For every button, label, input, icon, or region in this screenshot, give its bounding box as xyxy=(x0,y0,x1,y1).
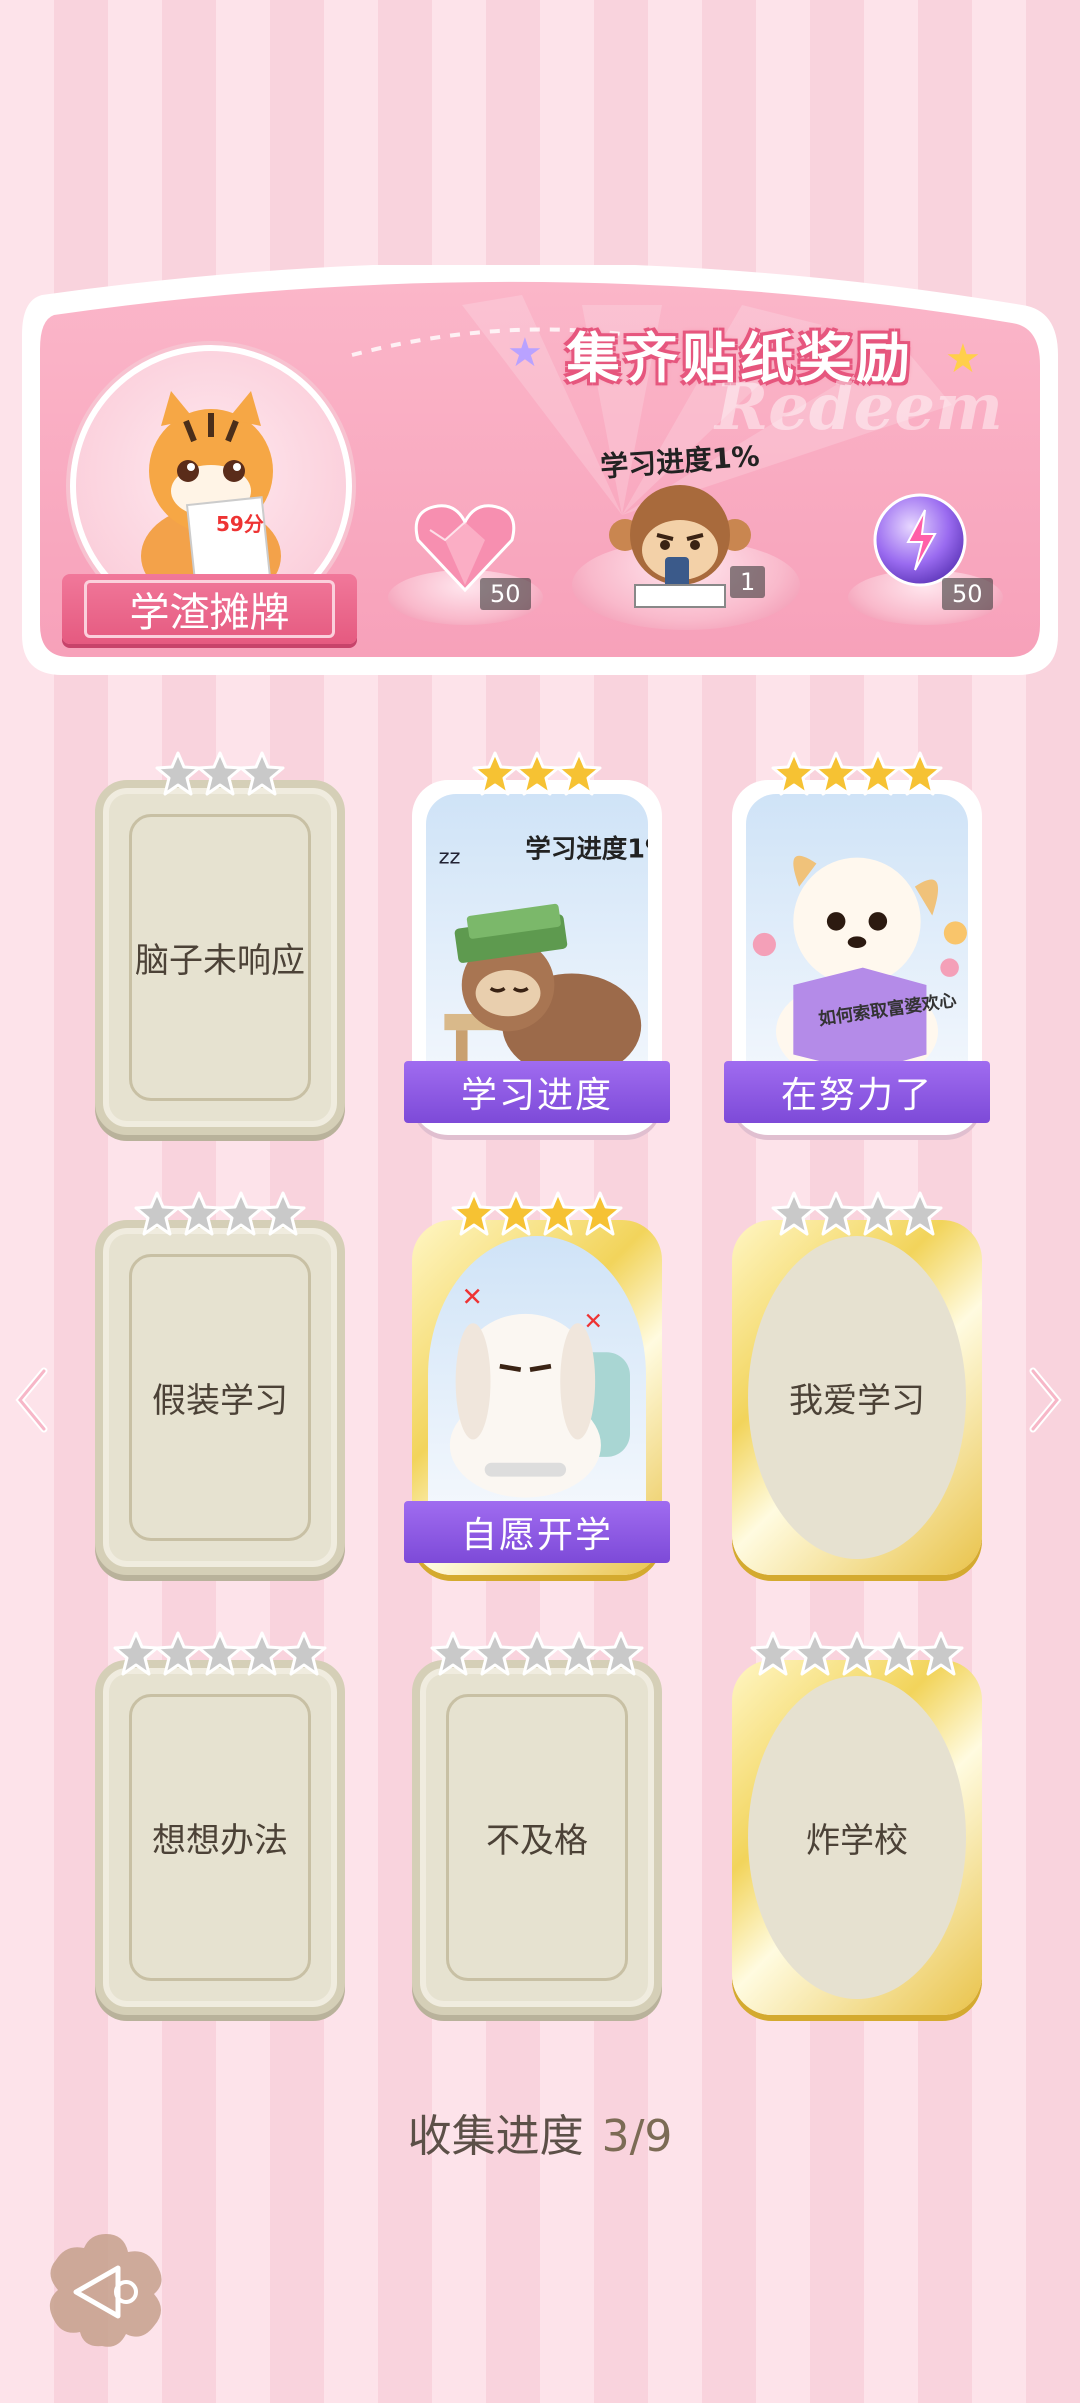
star-icon xyxy=(556,751,602,796)
sticker-card[interactable]: 如何索取富婆欢心 在努力了 xyxy=(724,751,990,1135)
star-rating xyxy=(412,1630,662,1678)
puppy-sticker-icon: 如何索取富婆欢心 xyxy=(752,855,967,1084)
prev-page-arrow-icon[interactable] xyxy=(12,1365,52,1435)
star-icon xyxy=(577,1191,623,1236)
star-icon xyxy=(472,1631,518,1676)
star-rating xyxy=(412,1190,662,1238)
star-rating xyxy=(95,1190,345,1238)
sticker-card[interactable]: 学习进度1% zz 学习进度 xyxy=(404,751,670,1135)
star-icon xyxy=(897,1191,943,1236)
star-icon xyxy=(218,1191,264,1236)
sticker-card[interactable]: 假装学习 xyxy=(95,1191,345,1575)
sticker-card[interactable]: 我爱学习 xyxy=(732,1191,982,1575)
star-icon xyxy=(598,1631,644,1676)
star-icon xyxy=(260,1191,306,1236)
bunny-sticker-icon: ✕✕ xyxy=(449,1283,630,1498)
star-rating xyxy=(732,1190,982,1238)
star-icon xyxy=(451,1191,497,1236)
star-icon xyxy=(813,751,859,796)
star-icon xyxy=(897,751,943,796)
svg-text:✕: ✕ xyxy=(461,1283,482,1313)
svg-text:zz: zz xyxy=(439,844,461,868)
star-icon xyxy=(472,751,518,796)
card-name-bar: 学习进度 xyxy=(404,1061,670,1123)
avatar-name: 学渣摊牌 xyxy=(84,580,335,638)
star-rating xyxy=(412,750,662,798)
star-icon xyxy=(813,1191,859,1236)
svg-text:✕: ✕ xyxy=(584,1308,603,1335)
card-label: 炸学校 xyxy=(806,1821,908,1861)
star-icon xyxy=(556,1631,602,1676)
svg-text:学习进度1%: 学习进度1% xyxy=(525,835,648,865)
card-label: 假装学习 xyxy=(152,1381,288,1421)
star-icon xyxy=(155,1631,201,1676)
star-icon xyxy=(197,1631,243,1676)
star-icon xyxy=(239,751,285,796)
star-icon xyxy=(155,751,201,796)
star-icon xyxy=(239,1631,285,1676)
star-icon xyxy=(197,751,243,796)
sloth-sticker-icon: 学习进度1% zz xyxy=(439,835,648,1078)
star-icon xyxy=(535,1191,581,1236)
star-icon xyxy=(281,1631,327,1676)
star-icon xyxy=(134,1191,180,1236)
card-name-bar: 自愿开学 xyxy=(404,1501,670,1563)
next-page-arrow-icon[interactable] xyxy=(1025,1365,1065,1435)
star-icon xyxy=(792,1631,838,1676)
energy-orb-icon[interactable] xyxy=(870,490,970,590)
score-text: 59分 xyxy=(216,512,264,536)
collection-progress: 收集进度 3/9 xyxy=(0,2100,1080,2164)
reward-count: 50 xyxy=(942,578,993,610)
progress-label: 收集进度 xyxy=(407,2111,584,2162)
star-rating xyxy=(732,1630,982,1678)
avatar-name-ribbon: 学渣摊牌 xyxy=(62,574,357,644)
star-icon xyxy=(918,1631,964,1676)
star-icon xyxy=(514,751,560,796)
star-rating xyxy=(732,750,982,798)
sticker-art: 如何索取富婆欢心 xyxy=(746,794,968,1095)
reward-count: 50 xyxy=(480,578,531,610)
card-label: 脑子未响应 xyxy=(135,941,305,981)
star-icon xyxy=(771,751,817,796)
reward-count: 1 xyxy=(730,566,766,598)
sticker-card[interactable]: ✕ ✕ 自愿开学 xyxy=(404,1191,670,1575)
sticker-card[interactable]: 炸学校 xyxy=(732,1631,982,2015)
star-icon xyxy=(750,1631,796,1676)
redeem-watermark: Redeem xyxy=(715,370,1003,445)
star-icon xyxy=(430,1631,476,1676)
sticker-art: ✕ ✕ xyxy=(428,1236,646,1515)
star-rating xyxy=(95,750,345,798)
progress-value: 3/9 xyxy=(601,2111,673,2162)
star-icon xyxy=(514,1631,560,1676)
sticker-card[interactable]: 脑子未响应 xyxy=(95,751,345,1135)
star-icon xyxy=(855,751,901,796)
star-icon xyxy=(834,1631,880,1676)
star-icon xyxy=(113,1631,159,1676)
card-label: 不及格 xyxy=(486,1821,588,1861)
star-icon xyxy=(771,1191,817,1236)
card-name-bar: 在努力了 xyxy=(724,1061,990,1123)
sticker-art: 学习进度1% zz xyxy=(426,794,648,1095)
star-icon: ★ xyxy=(507,330,543,376)
sticker-card[interactable]: 不及格 xyxy=(412,1631,662,2015)
card-label: 想想办法 xyxy=(152,1821,288,1861)
star-icon xyxy=(876,1631,922,1676)
star-icon xyxy=(176,1191,222,1236)
sticker-card[interactable]: 想想办法 xyxy=(95,1631,345,2015)
star-icon xyxy=(855,1191,901,1236)
star-icon xyxy=(493,1191,539,1236)
star-rating xyxy=(95,1630,345,1678)
card-label: 我爱学习 xyxy=(789,1381,925,1421)
back-button[interactable] xyxy=(46,2230,166,2350)
